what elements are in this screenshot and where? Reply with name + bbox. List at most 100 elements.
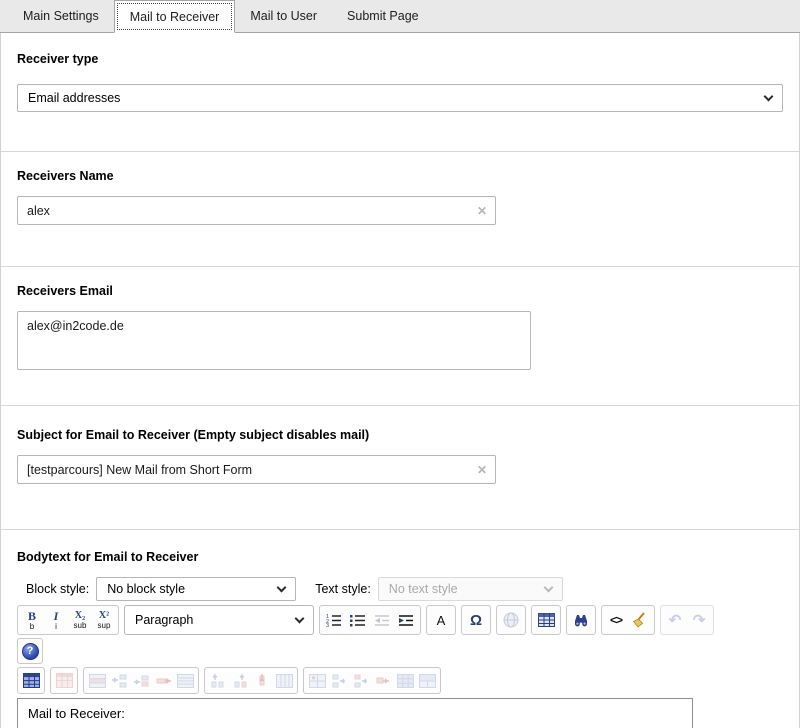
cell-insert-before-button xyxy=(328,669,350,692)
subject-input[interactable] xyxy=(17,455,496,484)
find-replace-button[interactable] xyxy=(569,607,593,633)
rte-help-button[interactable]: ? xyxy=(17,638,43,664)
italic-button[interactable]: Ii xyxy=(44,607,68,633)
tab-main-settings[interactable]: Main Settings xyxy=(8,0,114,32)
cell-delete-icon xyxy=(376,674,391,688)
tab-mail-to-receiver[interactable]: Mail to Receiver xyxy=(114,0,236,33)
list-button-group: 123 xyxy=(319,605,421,635)
chevron-down-icon xyxy=(764,91,774,101)
ordered-list-icon: 123 xyxy=(326,614,342,627)
special-char-button-group: Ω xyxy=(461,605,491,635)
cell-merge-button xyxy=(394,669,416,692)
col-delete-icon xyxy=(255,673,270,688)
cell-merge-icon xyxy=(397,674,414,688)
outdent-icon xyxy=(374,614,390,627)
chevron-down-icon xyxy=(295,613,305,623)
col-split-button xyxy=(273,669,295,692)
cell-properties-icon xyxy=(309,674,326,688)
row-insert-above-button xyxy=(108,669,130,692)
row-split-button xyxy=(174,669,196,692)
source-clean-group: <> xyxy=(601,605,655,635)
table-properties-icon xyxy=(23,673,40,688)
subscript-button[interactable]: X₂sub xyxy=(68,607,92,633)
outdent-button xyxy=(370,607,394,633)
special-character-button[interactable]: Ω xyxy=(464,607,488,633)
row-delete-button xyxy=(152,669,174,692)
unordered-list-button[interactable] xyxy=(346,607,370,633)
receivers-name-label: Receivers Name xyxy=(17,169,783,183)
text-style-value: No text style xyxy=(389,582,545,596)
cell-insert-after-button xyxy=(350,669,372,692)
cell-ops-group xyxy=(303,667,441,694)
textcolor-button[interactable]: A xyxy=(429,607,453,633)
row-insert-under-button xyxy=(130,669,152,692)
section-bodytext: Bodytext for Email to Receiver Block sty… xyxy=(1,550,799,728)
paragraph-format-value: Paragraph xyxy=(135,613,296,627)
cell-properties-button xyxy=(306,669,328,692)
insert-link-icon xyxy=(503,612,519,628)
row-insert-under-icon xyxy=(133,674,150,688)
form-panel: Receiver type Email addresses Receivers … xyxy=(0,33,800,728)
clear-icon[interactable]: ✕ xyxy=(477,205,487,217)
col-insert-after-icon xyxy=(233,673,248,688)
insert-table-icon xyxy=(538,613,555,627)
row-insert-above-icon xyxy=(111,674,128,688)
svg-text:3: 3 xyxy=(326,623,329,627)
cell-delete-button xyxy=(372,669,394,692)
block-style-select[interactable]: No block style xyxy=(96,577,296,601)
receivers-email-textarea[interactable]: alex@in2code.de xyxy=(17,311,531,370)
col-ops-group xyxy=(204,667,298,694)
undo-redo-group: ↶ ↷ xyxy=(660,605,714,635)
paragraph-format-select[interactable]: Paragraph xyxy=(124,605,314,635)
superscript-button[interactable]: X²sup xyxy=(92,607,116,633)
toggle-borders-icon xyxy=(56,673,73,688)
rte-editor-area[interactable]: Mail to Receiver: {powermail_all} xyxy=(17,698,693,728)
table-props-group xyxy=(17,667,45,694)
chevron-down-icon xyxy=(543,582,553,592)
indent-icon xyxy=(398,614,414,627)
editor-line: Mail to Receiver: xyxy=(28,706,682,722)
table-properties-button[interactable] xyxy=(20,669,42,692)
cell-split-button xyxy=(416,669,438,692)
row-ops-group xyxy=(83,667,199,694)
ordered-list-button[interactable]: 123 xyxy=(322,607,346,633)
bodytext-label: Bodytext for Email to Receiver xyxy=(17,550,783,564)
col-insert-before-button xyxy=(207,669,229,692)
chevron-down-icon xyxy=(277,582,287,592)
row-delete-icon xyxy=(155,674,172,688)
insert-table-button[interactable] xyxy=(534,607,558,633)
cleanup-icon xyxy=(631,612,649,628)
tab-submit-page[interactable]: Submit Page xyxy=(332,0,434,32)
cell-insert-after-icon xyxy=(354,674,369,688)
col-delete-button xyxy=(251,669,273,692)
row-properties-button xyxy=(86,669,108,692)
indent-button[interactable] xyxy=(394,607,418,633)
link-button-group xyxy=(496,605,526,635)
block-style-label: Block style: xyxy=(26,582,89,596)
receivers-name-input[interactable] xyxy=(17,196,496,225)
redo-button: ↷ xyxy=(687,607,711,633)
text-style-select: No text style xyxy=(378,577,563,601)
section-receiver-type: Receiver type Email addresses xyxy=(1,52,799,152)
find-button-group xyxy=(566,605,596,635)
receivers-email-label: Receivers Email xyxy=(17,284,783,298)
tab-mail-to-user[interactable]: Mail to User xyxy=(235,0,332,32)
receiver-type-value: Email addresses xyxy=(28,91,765,105)
insert-link-button xyxy=(499,607,523,633)
undo-button: ↶ xyxy=(663,607,687,633)
rte-toolbar-row3 xyxy=(17,667,783,694)
help-icon: ? xyxy=(22,643,39,660)
subject-label: Subject for Email to Receiver (Empty sub… xyxy=(17,428,783,442)
cleanup-button[interactable] xyxy=(628,607,652,633)
toggle-borders-button xyxy=(53,669,75,692)
section-receivers-name: Receivers Name ✕ xyxy=(1,169,799,267)
clear-icon[interactable]: ✕ xyxy=(477,464,487,476)
row-split-icon xyxy=(177,674,194,688)
receiver-type-select[interactable]: Email addresses xyxy=(17,84,783,112)
view-source-button[interactable]: <> xyxy=(604,607,628,633)
block-style-value: No block style xyxy=(107,582,278,596)
row-properties-icon xyxy=(89,674,106,688)
text-style-label: Text style: xyxy=(315,582,371,596)
rte-toolbar-row1: Bb Ii X₂sub X²sup Paragraph 123 xyxy=(17,605,783,635)
bold-button[interactable]: Bb xyxy=(20,607,44,633)
